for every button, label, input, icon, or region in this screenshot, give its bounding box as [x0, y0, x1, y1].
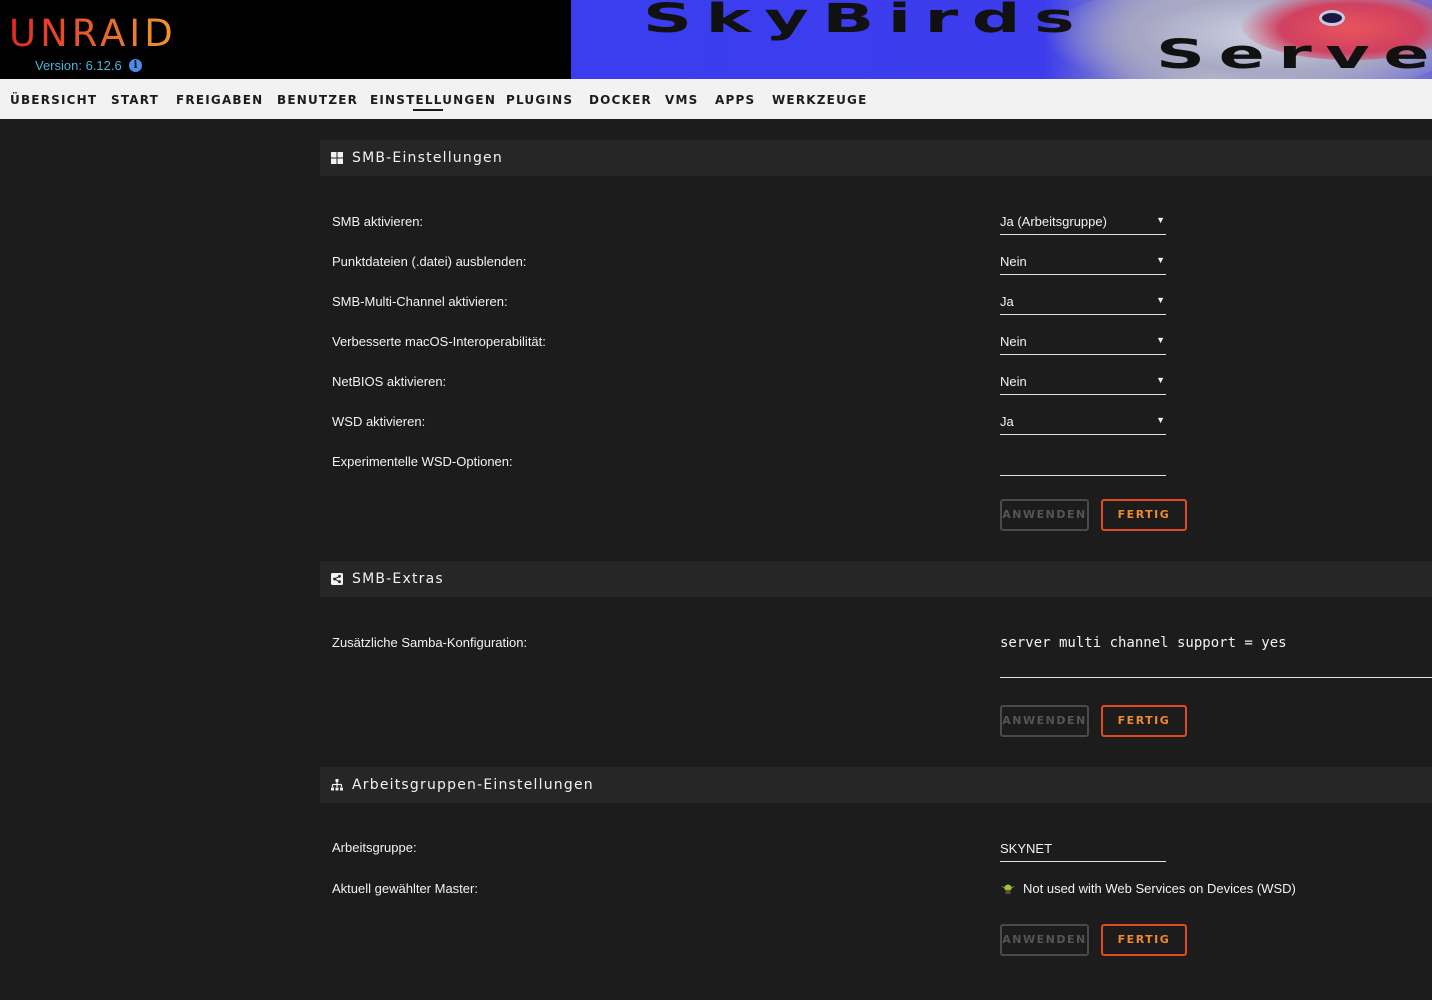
- nav-item-apps[interactable]: APPS: [715, 93, 755, 107]
- label-macos-interop: Verbesserte macOS-Interoperabilität:: [332, 334, 546, 349]
- hide-dotfiles-select[interactable]: Nein ▼: [1000, 253, 1166, 275]
- wsd-options-input[interactable]: [1000, 454, 1166, 476]
- banner-fish-eye: [1319, 10, 1345, 26]
- current-master-value: Not used with Web Services on Devices (W…: [1023, 881, 1296, 896]
- unraid-logo[interactable]: UNRAID: [9, 14, 177, 54]
- select-value: Ja: [1000, 294, 1014, 309]
- label-multichannel: SMB-Multi-Channel aktivieren:: [332, 294, 508, 309]
- select-value: Ja (Arbeitsgruppe): [1000, 214, 1107, 229]
- apply-button[interactable]: ANWENDEN: [1000, 924, 1089, 956]
- share-icon: [331, 573, 343, 585]
- section-workgroup: Arbeitsgruppen-Einstellungen: [320, 767, 1432, 803]
- samba-config-textarea[interactable]: server multi channel support = yes: [1000, 635, 1287, 651]
- nav-item-werkzeuge[interactable]: WERKZEUGE: [772, 93, 867, 107]
- label-netbios: NetBIOS aktivieren:: [332, 374, 447, 389]
- active-tab-indicator: [413, 109, 443, 111]
- label-wsd: WSD aktivieren:: [332, 414, 426, 429]
- nav-item-uebersicht[interactable]: ÜBERSICHT: [10, 93, 97, 107]
- select-value: Ja: [1000, 414, 1014, 429]
- windows-icon: [331, 152, 343, 164]
- label-wsd-options: Experimentelle WSD-Optionen:: [332, 454, 513, 469]
- apply-button[interactable]: ANWENDEN: [1000, 499, 1089, 531]
- caret-down-icon: ▼: [1156, 295, 1165, 305]
- smb-enable-select[interactable]: Ja (Arbeitsgruppe) ▼: [1000, 213, 1166, 235]
- select-value: Nein: [1000, 334, 1027, 349]
- section-title: SMB-Extras: [352, 571, 444, 587]
- server-banner: SkyBirds Serve: [571, 0, 1432, 79]
- caret-down-icon: ▼: [1156, 375, 1165, 385]
- caret-down-icon: ▼: [1156, 255, 1165, 265]
- nav-item-freigaben[interactable]: FREIGABEN: [176, 93, 263, 107]
- label-workgroup: Arbeitsgruppe:: [332, 840, 417, 855]
- yoda-icon: [1001, 884, 1015, 894]
- wsd-select[interactable]: Ja ▼: [1000, 413, 1166, 435]
- caret-down-icon: ▼: [1156, 415, 1165, 425]
- caret-down-icon: ▼: [1156, 215, 1165, 225]
- banner-title: SkyBirds: [643, 0, 1089, 42]
- done-button[interactable]: FERTIG: [1101, 924, 1187, 956]
- nav-item-plugins[interactable]: PLUGINS: [506, 93, 573, 107]
- header: UNRAID Version: 6.12.6 i SkyBirds Serve: [0, 0, 1432, 79]
- label-samba-config: Zusätzliche Samba-Konfiguration:: [332, 635, 528, 650]
- caret-down-icon: ▼: [1156, 335, 1165, 345]
- nav-item-vms[interactable]: VMS: [665, 93, 698, 107]
- sitemap-icon: [331, 779, 343, 791]
- label-hide-dotfiles: Punktdateien (.datei) ausblenden:: [332, 254, 527, 269]
- select-value: Nein: [1000, 254, 1027, 269]
- nav-item-start[interactable]: START: [111, 93, 159, 107]
- nav-item-einstellungen[interactable]: EINSTELLUNGEN: [370, 93, 496, 107]
- section-smb-extras: SMB-Extras: [320, 561, 1432, 597]
- main-nav: ÜBERSICHT START FREIGABEN BENUTZER EINST…: [0, 79, 1432, 119]
- macos-interop-select[interactable]: Nein ▼: [1000, 333, 1166, 355]
- section-title: SMB-Einstellungen: [352, 150, 503, 166]
- label-smb-enable: SMB aktivieren:: [332, 214, 424, 229]
- banner-subtitle: Serve: [1156, 32, 1432, 78]
- netbios-select[interactable]: Nein ▼: [1000, 373, 1166, 395]
- apply-button[interactable]: ANWENDEN: [1000, 705, 1089, 737]
- workgroup-value: SKYNET: [1000, 841, 1053, 856]
- section-title: Arbeitsgruppen-Einstellungen: [352, 777, 594, 793]
- done-button[interactable]: FERTIG: [1101, 499, 1187, 531]
- nav-item-docker[interactable]: DOCKER: [589, 93, 652, 107]
- section-smb-settings: SMB-Einstellungen: [320, 140, 1432, 176]
- multichannel-select[interactable]: Ja ▼: [1000, 293, 1166, 315]
- label-current-master: Aktuell gewählter Master:: [332, 881, 478, 896]
- version-text: Version: 6.12.6: [35, 58, 122, 73]
- nav-item-benutzer[interactable]: BENUTZER: [277, 93, 358, 107]
- textarea-underline: [1000, 677, 1432, 678]
- done-button[interactable]: FERTIG: [1101, 705, 1187, 737]
- info-icon[interactable]: i: [129, 59, 142, 72]
- select-value: Nein: [1000, 374, 1027, 389]
- workgroup-input[interactable]: SKYNET: [1000, 840, 1166, 862]
